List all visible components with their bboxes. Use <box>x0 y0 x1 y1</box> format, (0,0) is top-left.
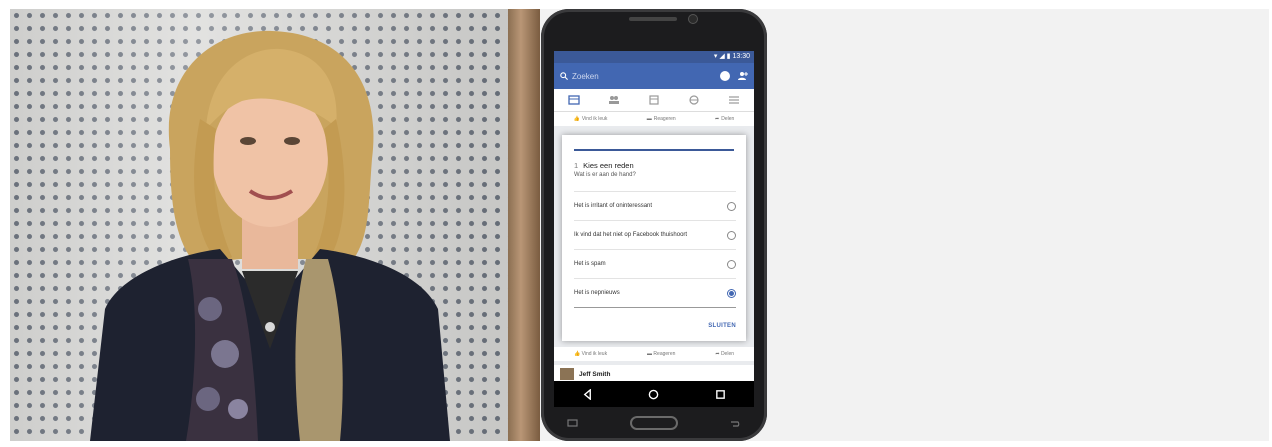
share-label: Delen <box>720 351 735 357</box>
tab-marketplace[interactable] <box>647 95 661 105</box>
home-icon[interactable] <box>648 389 659 400</box>
facebook-header: Zoeken <box>554 63 754 89</box>
reason-label: Het is spam <box>574 261 606 267</box>
hardware-buttons <box>541 413 767 433</box>
tab-friends[interactable] <box>607 95 621 105</box>
radio-button[interactable] <box>727 230 736 240</box>
menu-icon <box>729 96 739 104</box>
like-button[interactable]: 👍 Vind ik leuk <box>574 351 607 357</box>
friends-icon <box>609 96 619 104</box>
like-button[interactable]: 👍 Vind ik leuk <box>574 116 608 122</box>
bottom-post-actions: 👍 Vind ik leuk ▬ Reageren ➦ Delen <box>554 347 754 361</box>
post-author-row[interactable]: Jeff Smith <box>554 365 754 381</box>
avatar <box>560 368 574 380</box>
dialog-progress-line <box>574 149 734 151</box>
globe-icon <box>689 95 699 105</box>
phone-screen: ▾ ◢ ▮ 13:30 Zoeken 👍 Vind ik leuk ▬ Reag… <box>554 51 754 381</box>
comment-icon: ▬ <box>647 351 653 357</box>
speaker-grille <box>629 17 677 21</box>
search-input[interactable]: Zoeken <box>572 72 720 81</box>
reason-option[interactable]: Het is irritant of oninteressant <box>574 191 736 221</box>
back-icon[interactable] <box>582 388 593 400</box>
back-key-icon[interactable] <box>729 419 741 427</box>
search-icon[interactable] <box>560 72 568 80</box>
step-number: 1 <box>574 161 579 170</box>
tab-notifications[interactable] <box>687 95 701 105</box>
radio-button[interactable] <box>727 201 736 211</box>
comment-button[interactable]: ▬ Reageren <box>647 116 676 122</box>
reason-label: Het is irritant of oninteressant <box>574 203 653 209</box>
smartphone: ▾ ◢ ▮ 13:30 Zoeken 👍 Vind ik leuk ▬ Reag… <box>541 9 767 441</box>
share-button[interactable]: ➦ Delen <box>715 116 734 122</box>
like-label: Vind ik leuk <box>581 351 608 357</box>
android-nav-bar <box>554 381 754 407</box>
dialog-title: 1 Kies een reden <box>574 161 634 170</box>
close-button[interactable]: SLUITEN <box>708 323 736 329</box>
tab-news-feed[interactable] <box>567 95 581 105</box>
radio-button[interactable] <box>727 259 736 269</box>
share-label: Delen <box>721 116 735 122</box>
front-camera <box>689 15 697 23</box>
thumbs-up-icon: 👍 <box>573 351 581 357</box>
marketplace-icon <box>649 95 659 105</box>
dialog-divider <box>574 307 736 308</box>
status-bar: ▾ ◢ ▮ 13:30 <box>554 51 754 63</box>
report-dialog: 1 Kies een reden Wat is er aan de hand? H… <box>562 135 746 341</box>
dialog-subtitle: Wat is er aan de hand? <box>574 172 636 178</box>
signal-icon: ▾ ◢ ▮ <box>713 53 731 60</box>
portrait-photo <box>10 9 540 441</box>
step-title: Kies een reden <box>583 161 634 170</box>
reason-option[interactable]: Het is nepnieuws <box>574 279 736 307</box>
radio-button-selected[interactable] <box>727 288 736 298</box>
share-icon: ➦ <box>715 351 720 357</box>
comment-label: Reageren <box>653 116 676 122</box>
like-label: Vind ik leuk <box>581 116 608 122</box>
thumbs-up-icon: 👍 <box>573 116 580 122</box>
tab-menu[interactable] <box>727 95 741 105</box>
home-button[interactable] <box>629 416 678 430</box>
share-button[interactable]: ➦ Delen <box>715 351 734 357</box>
status-time: 13:30 <box>732 53 750 60</box>
comment-icon: ▬ <box>646 116 652 122</box>
recent-apps-key-icon[interactable] <box>567 419 579 427</box>
nav-tabs <box>554 89 754 112</box>
reason-label: Het is nepnieuws <box>574 290 620 296</box>
reason-label: Ik vind dat het niet op Facebook thuisho… <box>574 232 688 238</box>
reason-option[interactable]: Ik vind dat het niet op Facebook thuisho… <box>574 221 736 250</box>
comment-button[interactable]: ▬ Reageren <box>647 351 675 357</box>
author-name: Jeff Smith <box>579 370 611 378</box>
friend-requests-icon[interactable] <box>738 71 748 81</box>
news-feed-icon <box>568 95 580 105</box>
comment-label: Reageren <box>653 351 676 357</box>
reason-option[interactable]: Het is spam <box>574 250 736 279</box>
share-icon: ➦ <box>715 116 720 122</box>
reason-options: Het is irritant of oninteressant Ik vind… <box>574 191 736 307</box>
top-post-actions: 👍 Vind ik leuk ▬ Reageren ➦ Delen <box>554 112 754 126</box>
messenger-icon[interactable] <box>720 71 730 81</box>
recents-icon[interactable] <box>715 389 726 400</box>
